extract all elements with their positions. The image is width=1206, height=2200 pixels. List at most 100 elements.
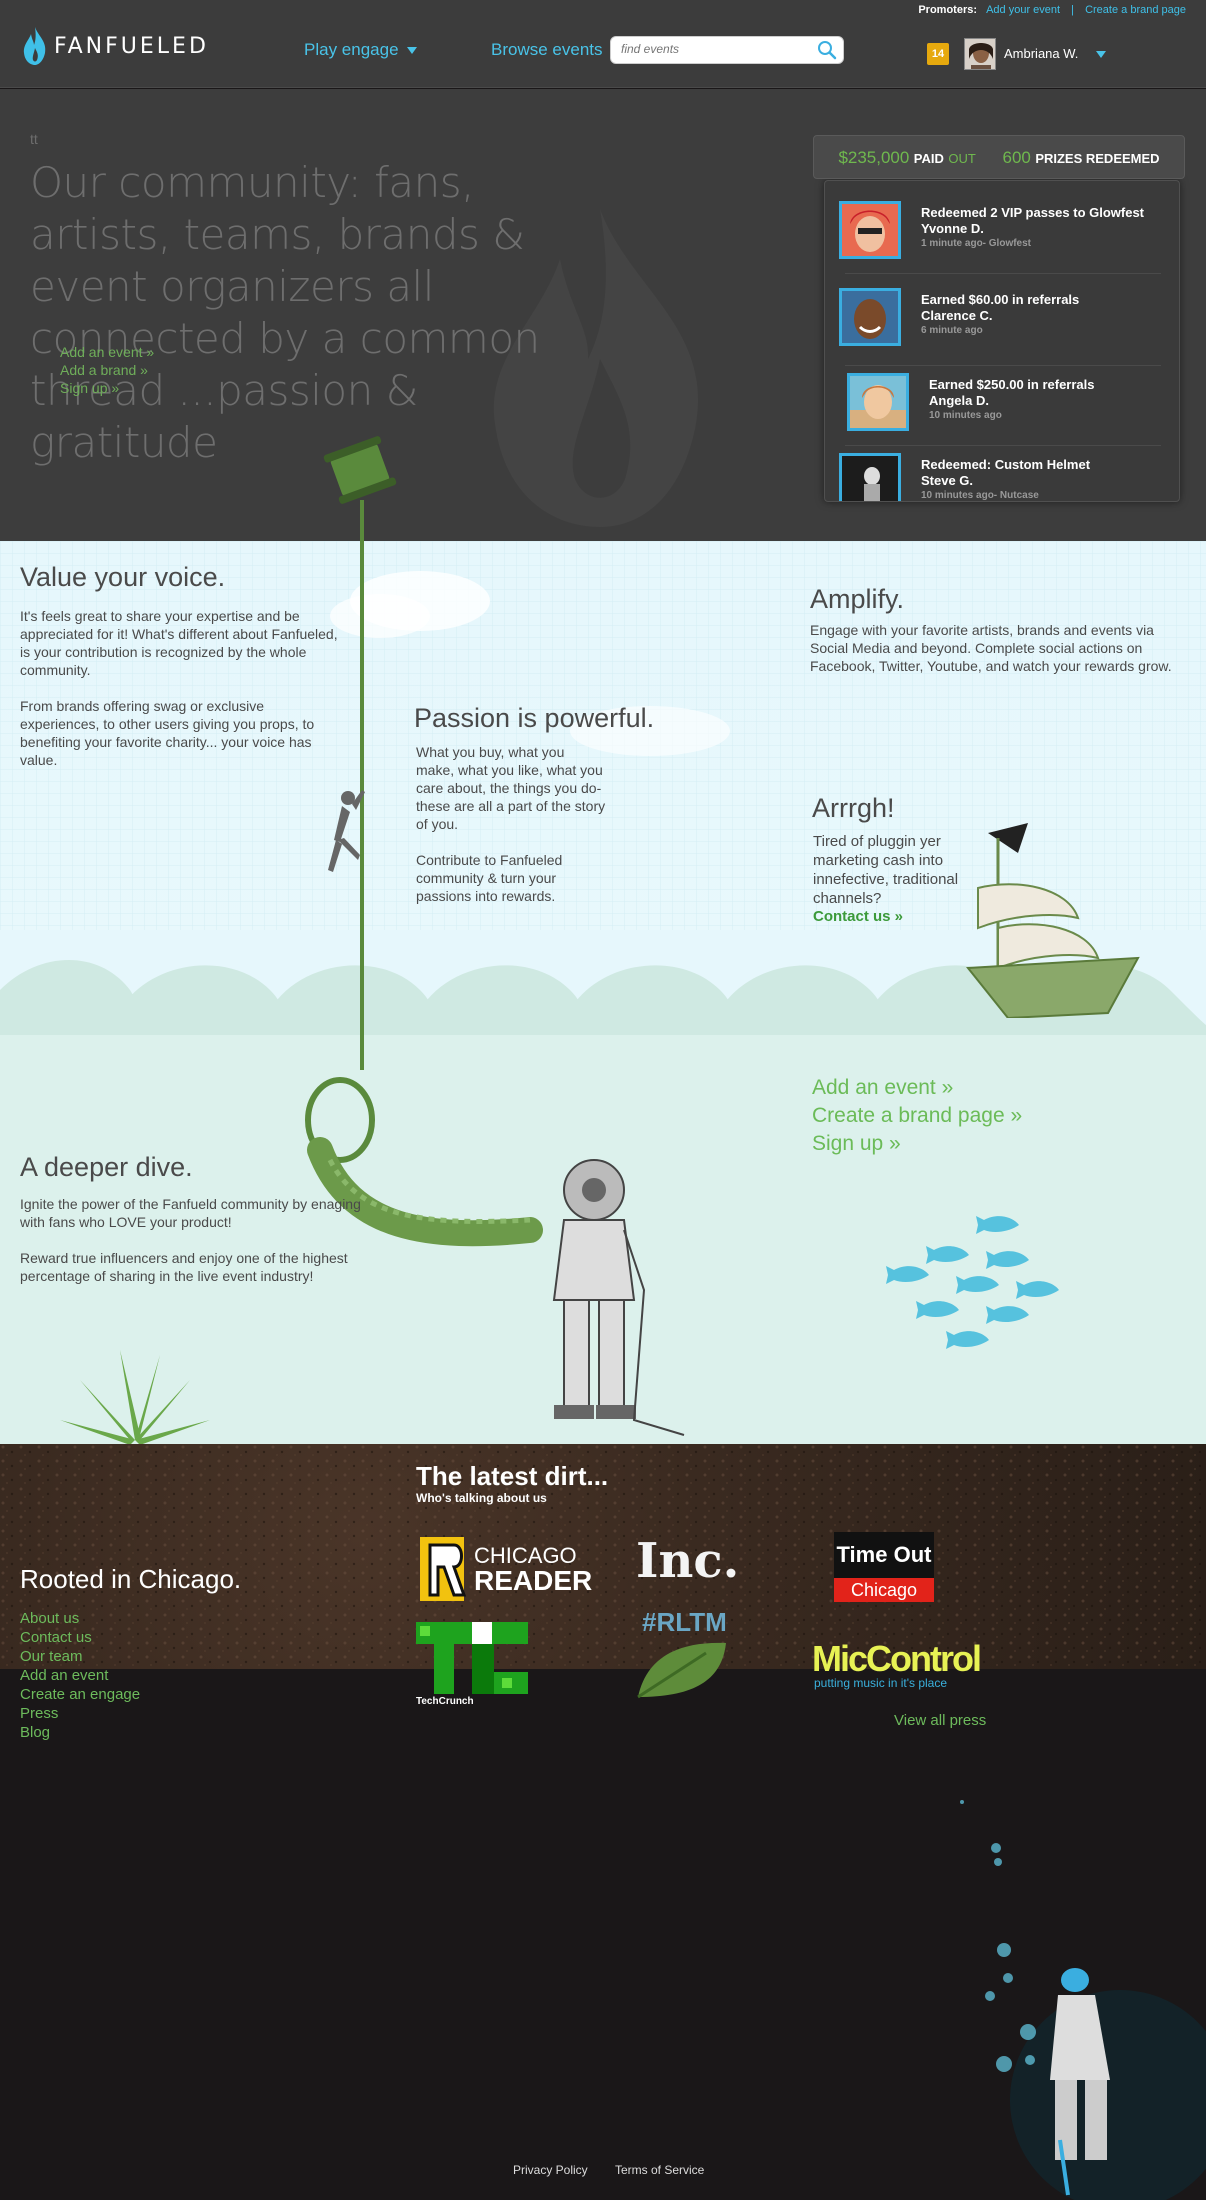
techcrunch-logo[interactable]: TechCrunch bbox=[416, 1622, 528, 1708]
paid-amount: $235,000 bbox=[838, 148, 910, 167]
divider bbox=[845, 273, 1161, 274]
chevron-down-icon bbox=[406, 47, 417, 55]
feed-action: Redeemed 2 VIP passes to Glowfest bbox=[921, 205, 1145, 220]
our-team-link[interactable]: Our team bbox=[20, 1647, 140, 1666]
view-all-press-link[interactable]: View all press bbox=[894, 1712, 986, 1729]
techcrunch-text: TechCrunch bbox=[416, 1696, 474, 1707]
nav-play-label: Play engage bbox=[304, 40, 399, 59]
footer-links: About us Contact us Our team Add an even… bbox=[20, 1609, 140, 1742]
rltm-logo[interactable]: #RLTM bbox=[636, 1607, 728, 1699]
contact-us-footer-link[interactable]: Contact us bbox=[20, 1628, 140, 1647]
timeout-chicago-logo[interactable]: Time Out Chicago bbox=[834, 1532, 934, 1602]
miccontrol-logo[interactable]: MicControl putting music in it's place bbox=[812, 1638, 992, 1692]
user-name[interactable]: Ambriana W. bbox=[1004, 46, 1078, 61]
feed-user: Angela D. bbox=[929, 393, 989, 408]
cta-create-brand-link[interactable]: Create a brand page » bbox=[812, 1102, 1022, 1130]
create-an-engage-link[interactable]: Create an engage bbox=[20, 1685, 140, 1704]
fanfueled-logo[interactable]: FANFUELED bbox=[22, 26, 209, 66]
avatar-image bbox=[842, 456, 898, 501]
passion-heading: Passion is powerful. bbox=[414, 703, 655, 733]
latest-dirt-subtitle: Who's talking about us bbox=[416, 1491, 547, 1505]
privacy-policy-link[interactable]: Privacy Policy bbox=[513, 2163, 588, 2177]
feed-user: Clarence C. bbox=[921, 308, 993, 323]
reader-r-icon bbox=[420, 1537, 467, 1601]
feed-item[interactable]: Redeemed 2 VIP passes to Glowfest Yvonne… bbox=[825, 201, 1155, 281]
deeper-dive-heading: A deeper dive. bbox=[20, 1152, 193, 1182]
create-brand-page-link[interactable]: Create a brand page bbox=[1085, 4, 1186, 16]
press-link[interactable]: Press bbox=[20, 1704, 140, 1723]
techcrunch-tc-icon bbox=[416, 1622, 528, 1694]
passion-paragraph-2: Contribute to Fanfueled community & turn… bbox=[416, 852, 563, 904]
feed-avatar bbox=[839, 201, 901, 259]
blog-link[interactable]: Blog bbox=[20, 1723, 140, 1742]
rltm-text: #RLTM bbox=[642, 1607, 727, 1637]
miccontrol-tagline: putting music in it's place bbox=[814, 1676, 948, 1690]
feed-item[interactable]: Earned $250.00 in referrals Angela D. 10… bbox=[833, 373, 1163, 453]
value-paragraph-1: It's feels great to share your expertise… bbox=[20, 608, 338, 678]
feed-timestamp: 10 minutes ago bbox=[929, 410, 1002, 421]
feed-user: Yvonne D. bbox=[921, 221, 984, 236]
passion-paragraph-1: What you buy, what you make, what you li… bbox=[416, 744, 606, 832]
feed-avatar bbox=[839, 288, 901, 346]
divider bbox=[845, 445, 1161, 446]
climber-figure bbox=[328, 790, 365, 872]
fish-school-illustration bbox=[886, 1216, 1059, 1349]
latest-dirt-heading: The latest dirt... bbox=[416, 1461, 609, 1491]
prizes-label: PRIZES REDEEMED bbox=[1035, 151, 1160, 166]
leaf-icon bbox=[637, 1642, 726, 1699]
user-menu-chevron-icon[interactable] bbox=[1096, 51, 1106, 58]
cta-add-event-link[interactable]: Add an event » bbox=[812, 1074, 1022, 1102]
stats-header: $235,000 PAID OUT 600 PRIZES REDEEMED bbox=[813, 135, 1185, 179]
dive-paragraph-2: Reward true influencers and enjoy one of… bbox=[20, 1250, 348, 1284]
contact-us-link[interactable]: Contact us » bbox=[813, 908, 903, 925]
pirate-ship-illustration bbox=[966, 823, 1140, 1018]
feed-user: Steve G. bbox=[921, 473, 974, 488]
promoters-label: Promoters: bbox=[918, 4, 978, 16]
nav-play-engage[interactable]: Play engage bbox=[304, 40, 417, 60]
search-input[interactable] bbox=[621, 42, 811, 56]
user-avatar-image bbox=[965, 39, 995, 69]
terms-of-service-link[interactable]: Terms of Service bbox=[615, 2163, 704, 2177]
out-label: OUT bbox=[948, 151, 976, 166]
avatar-image bbox=[842, 204, 898, 256]
value-paragraph-2: From brands offering swag or exclusive e… bbox=[20, 698, 315, 768]
feed-avatar bbox=[847, 373, 909, 431]
hero-add-brand-link[interactable]: Add a brand » bbox=[60, 361, 154, 379]
hero-links: Add an event » Add a brand » Sign up » bbox=[60, 343, 154, 397]
miner-illustration bbox=[960, 1800, 1206, 2200]
feed-action: Redeemed: Custom Helmet bbox=[921, 457, 1091, 472]
feed-action: Earned $60.00 in referrals bbox=[921, 292, 1080, 307]
promoters-bar: Promoters: Add your event | Create a bra… bbox=[918, 4, 1186, 16]
amplify-heading: Amplify. bbox=[810, 584, 905, 614]
prizes-count: 600 bbox=[1002, 148, 1031, 167]
logo-text: FANFUELED bbox=[54, 33, 209, 59]
cta-links: Add an event » Create a brand page » Sig… bbox=[812, 1074, 1022, 1158]
cta-sign-up-link[interactable]: Sign up » bbox=[812, 1130, 1022, 1158]
feed-timestamp: 6 minute ago bbox=[921, 325, 983, 336]
search-box bbox=[610, 36, 844, 64]
notification-badge[interactable]: 14 bbox=[927, 43, 949, 65]
feed-avatar bbox=[839, 453, 901, 501]
diver-illustration bbox=[552, 1159, 685, 1436]
hero-sign-up-link[interactable]: Sign up » bbox=[60, 379, 154, 397]
about-us-link[interactable]: About us bbox=[20, 1609, 140, 1628]
inc-logo[interactable]: Inc. bbox=[636, 1535, 770, 1587]
feed-item[interactable]: Earned $60.00 in referrals Clarence C. 6… bbox=[825, 288, 1155, 368]
add-an-event-footer-link[interactable]: Add an event bbox=[20, 1666, 140, 1685]
search-icon[interactable] bbox=[817, 40, 837, 60]
promoters-separator: | bbox=[1071, 4, 1075, 16]
flame-icon bbox=[23, 27, 46, 65]
activity-feed-panel: Redeemed 2 VIP passes to Glowfest Yvonne… bbox=[824, 180, 1180, 502]
add-your-event-link[interactable]: Add your event bbox=[986, 4, 1060, 16]
divider bbox=[845, 365, 1161, 366]
amplify-paragraph: Engage with your favorite artists, brand… bbox=[810, 622, 1172, 674]
hero-add-event-link[interactable]: Add an event » bbox=[60, 343, 154, 361]
reader-bottom-text: READER bbox=[474, 1565, 593, 1596]
chicago-reader-logo[interactable]: CHICAGO READER bbox=[416, 1535, 594, 1603]
feed-item[interactable]: Redeemed: Custom Helmet Steve G. 10 minu… bbox=[825, 453, 1155, 501]
avatar-image bbox=[842, 291, 898, 343]
avatar[interactable] bbox=[964, 38, 996, 70]
value-your-voice-heading: Value your voice. bbox=[20, 562, 226, 592]
avatar-image bbox=[850, 376, 906, 428]
nav-browse-events[interactable]: Browse events bbox=[491, 40, 603, 60]
